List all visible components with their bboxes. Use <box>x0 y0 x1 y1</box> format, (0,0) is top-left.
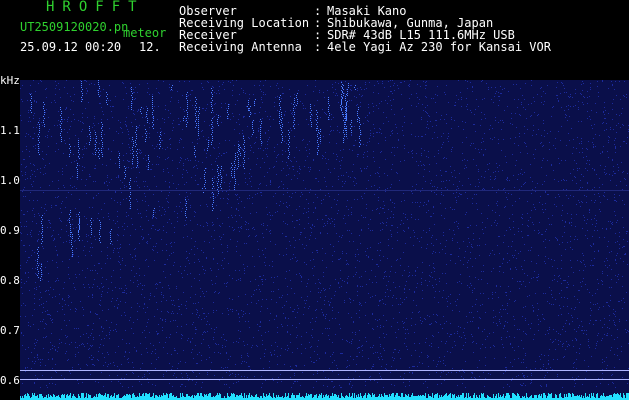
header-value: 12. <box>139 40 161 54</box>
field-antenna-label: Receiving Antenna <box>179 40 302 54</box>
mode-tag: meteor <box>123 26 167 40</box>
app-title: HROFFT <box>46 0 145 15</box>
spectrogram-background <box>20 80 629 400</box>
y-tick-label: 1.0 <box>0 174 20 187</box>
y-axis-unit-label: kHz <box>0 74 20 87</box>
y-tick-label: 0.7 <box>0 324 20 337</box>
header-panel: HROFFT UT2509120020.pn meteor 25.09.12 0… <box>0 0 629 80</box>
file-name: UT2509120020.pn <box>20 20 129 34</box>
reference-line <box>20 190 629 191</box>
y-tick-label: 0.8 <box>0 274 20 287</box>
y-tick-label: 1.1 <box>0 124 20 137</box>
field-antenna-sep: : <box>314 40 322 54</box>
spectrogram <box>20 80 629 400</box>
y-tick-label: 0.6 <box>0 374 20 387</box>
reference-line <box>20 379 629 380</box>
reference-line <box>20 370 629 371</box>
y-tick-label: 0.9 <box>0 224 20 237</box>
spectrogram-canvas <box>20 80 629 400</box>
field-antenna-value: 4ele Yagi Az 230 for Kansai VOR <box>327 40 551 54</box>
date-time: 25.09.12 00:20 <box>20 40 122 54</box>
